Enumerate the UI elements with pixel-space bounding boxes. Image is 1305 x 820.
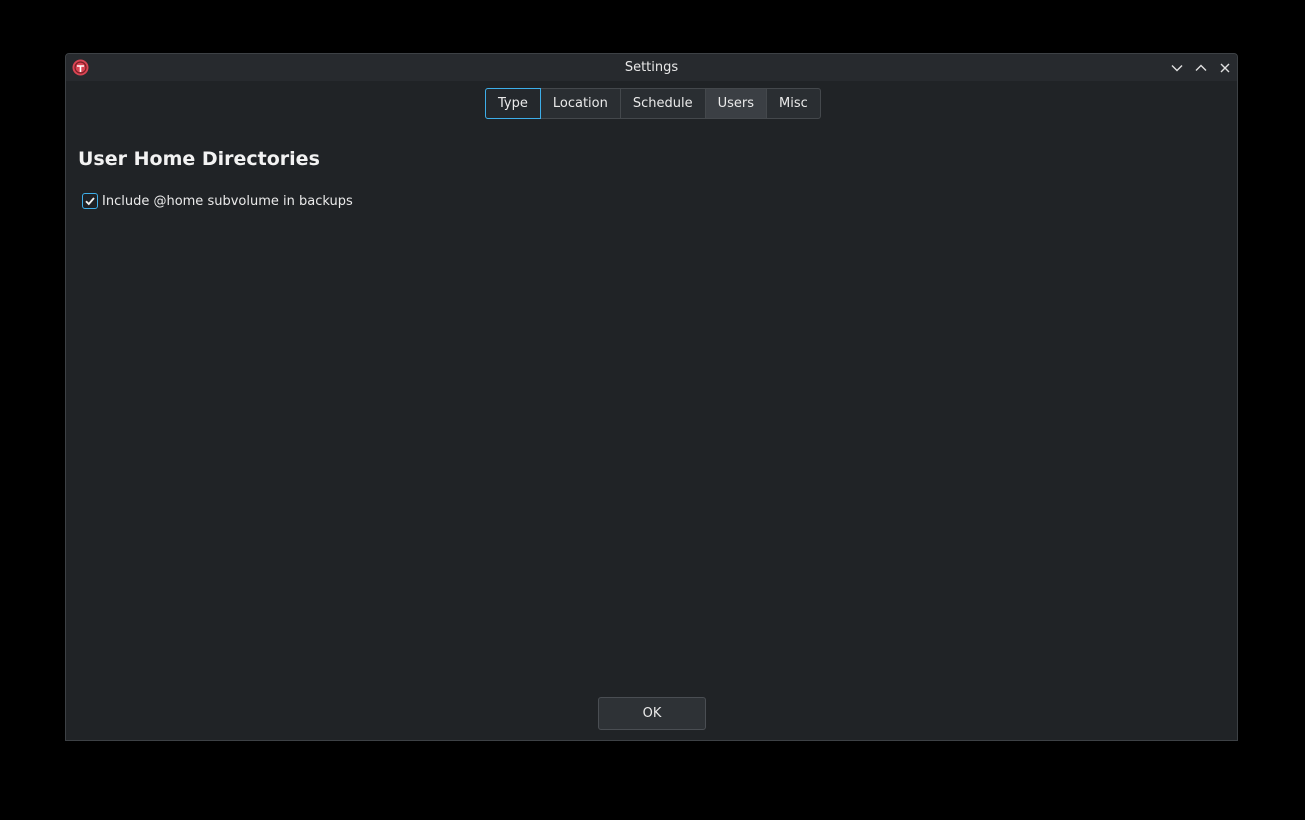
- include-home-label[interactable]: Include @home subvolume in backups: [102, 194, 353, 209]
- tab-users[interactable]: Users: [705, 89, 767, 118]
- include-home-option[interactable]: Include @home subvolume in backups: [82, 193, 353, 209]
- minimize-icon[interactable]: [1168, 59, 1186, 77]
- tab-schedule[interactable]: Schedule: [621, 89, 706, 118]
- tab-misc[interactable]: Misc: [767, 89, 820, 118]
- title-bar[interactable]: Settings: [66, 54, 1237, 81]
- tab-bar: Type Location Schedule Users Misc: [485, 88, 821, 119]
- checkmark-icon: [85, 197, 95, 206]
- tab-location[interactable]: Location: [541, 89, 621, 118]
- tab-type[interactable]: Type: [485, 88, 541, 119]
- ok-button[interactable]: OK: [598, 697, 706, 730]
- window-title: Settings: [624, 60, 679, 75]
- settings-window: Settings Type Location Schedule Users Mi…: [65, 53, 1238, 741]
- section-heading: User Home Directories: [78, 148, 320, 170]
- include-home-checkbox[interactable]: [82, 193, 98, 209]
- close-icon[interactable]: [1216, 59, 1234, 77]
- maximize-icon[interactable]: [1192, 59, 1210, 77]
